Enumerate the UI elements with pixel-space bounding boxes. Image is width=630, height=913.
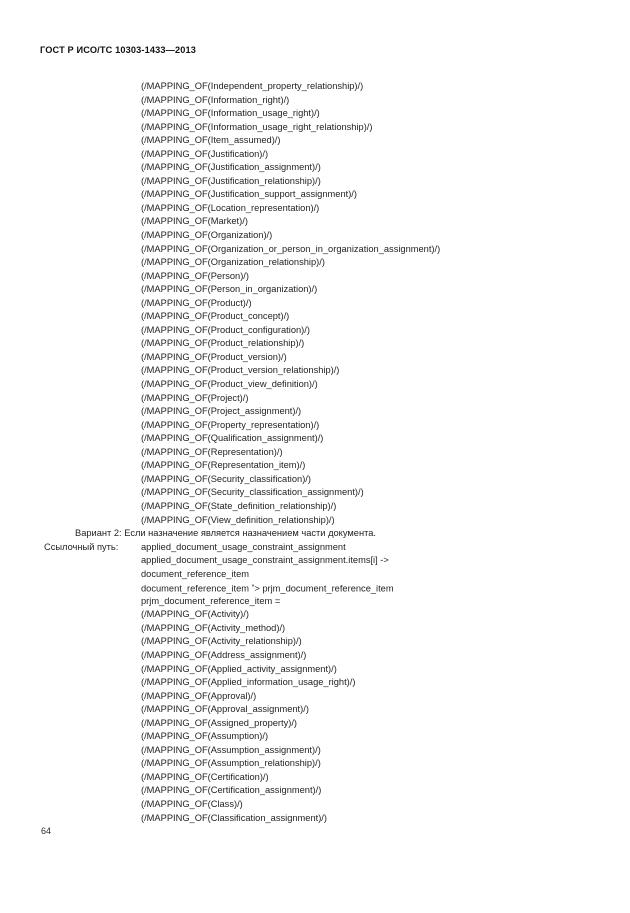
- mapping-list-variant-1: (/MAPPING_OF(Independent_property_relati…: [0, 80, 630, 527]
- reference-path-star-line: document_reference_item *> prjm_document…: [0, 581, 630, 595]
- mapping-of-line: (/MAPPING_OF(Qualification_assignment)/): [141, 433, 324, 444]
- reference-path-label: Ссылочный путь:: [44, 541, 119, 552]
- mapping-of-line: (/MAPPING_OF(Applied_activity_assignment…: [141, 663, 337, 674]
- mapping-of-line: (/MAPPING_OF(Approval_assignment)/): [141, 704, 309, 715]
- mapping-of-line: (/MAPPING_OF(Person)/): [141, 270, 249, 281]
- document-page: ГОСТ Р ИСО/ТС 10303-1433—2013 (/MAPPING_…: [0, 0, 630, 913]
- mapping-of-line: (/MAPPING_OF(Information_right)/): [141, 94, 290, 105]
- mapping-of-line: (/MAPPING_OF(Information_usage_right)/): [141, 108, 320, 119]
- mapping-of-line: (/MAPPING_OF(Representation)/): [141, 446, 283, 457]
- mapping-of-line: (/MAPPING_OF(Item_assumed)/): [141, 135, 281, 146]
- reference-path-row-1: Ссылочный путь: applied_document_usage_co…: [0, 541, 630, 555]
- mapping-of-line: (/MAPPING_OF(Product_relationship)/): [141, 338, 305, 349]
- mapping-of-line: (/MAPPING_OF(Activity)/): [141, 609, 249, 620]
- mapping-of-line: (/MAPPING_OF(Applied_information_usage_r…: [141, 677, 356, 688]
- mapping-of-line: (/MAPPING_OF(Location_representation)/): [141, 202, 320, 213]
- mapping-of-line: (/MAPPING_OF(Justification)/): [141, 148, 269, 159]
- mapping-of-line: (/MAPPING_OF(Assumption)/): [141, 731, 269, 742]
- mapping-of-line: (/MAPPING_OF(Product_version_relationshi…: [141, 365, 340, 376]
- mapping-of-line: (/MAPPING_OF(Project)/): [141, 392, 249, 403]
- mapping-of-line: (/MAPPING_OF(Certification)/): [141, 771, 269, 782]
- mapping-of-line: (/MAPPING_OF(Approval)/): [141, 690, 257, 701]
- mapping-of-line: (/MAPPING_OF(Product_version)/): [141, 351, 287, 362]
- mapping-of-line: (/MAPPING_OF(Organization_or_person_in_o…: [141, 243, 441, 254]
- mapping-of-line: (/MAPPING_OF(Organization_relationship)/…: [141, 257, 325, 268]
- star-line-after: > prjm_document_reference_item: [254, 583, 394, 594]
- mapping-of-line: (/MAPPING_OF(Activity_method)/): [141, 622, 286, 633]
- mapping-of-line: (/MAPPING_OF(Independent_property_relati…: [141, 81, 364, 91]
- mapping-of-line: (/MAPPING_OF(Information_usage_right_rel…: [141, 121, 373, 132]
- mapping-of-line: (/MAPPING_OF(Activity_relationship)/): [141, 636, 302, 647]
- variant-2-heading: Вариант 2: Если назначение является назн…: [75, 528, 376, 539]
- reference-path-line-2: document_reference_item: [141, 568, 250, 579]
- mapping-of-line: (/MAPPING_OF(Property_representation)/): [141, 419, 320, 430]
- mapping-list-variant-2: (/MAPPING_OF(Activity)/) (/MAPPING_OF(Act…: [0, 608, 630, 825]
- mapping-of-line: (/MAPPING_OF(Product_concept)/): [141, 311, 290, 322]
- reference-path-line-1: applied_document_usage_constraint_assign…: [141, 555, 389, 566]
- mapping-of-line: (/MAPPING_OF(Product)/): [141, 297, 252, 308]
- document-standard-header: ГОСТ Р ИСО/ТС 10303-1433—2013: [40, 45, 197, 55]
- mapping-of-line: (/MAPPING_OF(Justification_relationship)…: [141, 175, 321, 186]
- mapping-of-line: (/MAPPING_OF(Justification_support_assig…: [141, 189, 357, 200]
- mapping-of-line: (/MAPPING_OF(Security_classification_ass…: [141, 487, 364, 498]
- mapping-of-line: (/MAPPING_OF(Market)/): [141, 216, 248, 227]
- mapping-of-line: (/MAPPING_OF(Person_in_organization)/): [141, 284, 318, 295]
- mapping-of-line: (/MAPPING_OF(Class)/): [141, 798, 243, 809]
- mapping-of-line: (/MAPPING_OF(Product_configuration)/): [141, 324, 310, 335]
- star-line-before: document_reference_item: [141, 583, 252, 594]
- mapping-of-line: (/MAPPING_OF(Security_classification)/): [141, 473, 311, 484]
- mapping-of-line: (/MAPPING_OF(Address_assignment)/): [141, 649, 307, 660]
- mapping-of-line: (/MAPPING_OF(Organization)/): [141, 230, 273, 241]
- mapping-of-line: (/MAPPING_OF(Assigned_property)/): [141, 717, 298, 728]
- mapping-of-line: (/MAPPING_OF(Certification_assignment)/): [141, 785, 322, 796]
- mapping-of-line: (/MAPPING_OF(Justification_assignment)/): [141, 162, 321, 173]
- mapping-of-line: (/MAPPING_OF(State_definition_relationsh…: [141, 500, 337, 511]
- reference-path-equals-line: prjm_document_reference_item =: [141, 595, 281, 606]
- mapping-of-line: (/MAPPING_OF(Product_view_definition)/): [141, 379, 318, 390]
- mapping-of-line: (/MAPPING_OF(Assumption_relationship)/): [141, 758, 321, 769]
- document-body: (/MAPPING_OF(Independent_property_relati…: [0, 80, 630, 825]
- mapping-of-line: (/MAPPING_OF(Representation_item)/): [141, 460, 306, 471]
- page-number: 64: [41, 826, 52, 836]
- mapping-of-line: (/MAPPING_OF(View_definition_relationshi…: [141, 514, 335, 525]
- reference-path-line-0: applied_document_usage_constraint_assign…: [141, 541, 346, 552]
- mapping-of-line: (/MAPPING_OF(Project_assignment)/): [141, 406, 302, 417]
- mapping-of-line: (/MAPPING_OF(Classification_assignment)/…: [141, 812, 327, 823]
- mapping-of-line: (/MAPPING_OF(Assumption_assignment)/): [141, 744, 321, 755]
